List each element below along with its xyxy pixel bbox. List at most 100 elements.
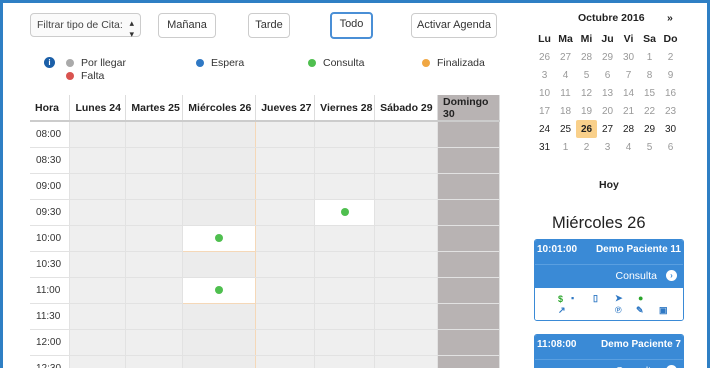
- calendar-day[interactable]: 20: [597, 102, 618, 120]
- time-slot[interactable]: [125, 173, 184, 200]
- calendar-day[interactable]: 3: [597, 138, 618, 156]
- time-slot[interactable]: [125, 199, 184, 226]
- appointment-marker[interactable]: [215, 234, 224, 242]
- time-slot[interactable]: [125, 121, 184, 148]
- time-slot[interactable]: [314, 121, 376, 148]
- calendar-day[interactable]: 31: [534, 138, 555, 156]
- dollar-icon[interactable]: $: [558, 294, 563, 304]
- time-slot[interactable]: [437, 121, 501, 148]
- time-slot[interactable]: [182, 121, 257, 148]
- appointment-marker[interactable]: [340, 208, 349, 216]
- patient-name[interactable]: Demo Paciente 11: [596, 244, 681, 255]
- time-slot[interactable]: [437, 251, 501, 278]
- column-header-domingo[interactable]: Domingo 30: [437, 95, 501, 122]
- status-green-dot-icon[interactable]: ●: [638, 293, 643, 303]
- column-header-sabado[interactable]: Sábado 29: [374, 95, 438, 122]
- time-slot[interactable]: [374, 251, 438, 278]
- calendar-day[interactable]: 2: [660, 48, 681, 66]
- time-slot[interactable]: [69, 355, 127, 368]
- calendar-day[interactable]: 15: [639, 84, 660, 102]
- appointment-type-filter[interactable]: Filtrar tipo de Cita: ▴ ▾: [30, 13, 141, 39]
- calendar-day[interactable]: 1: [639, 48, 660, 66]
- time-slot[interactable]: [314, 173, 376, 200]
- calendar-day[interactable]: 30: [660, 120, 681, 138]
- calendar-day[interactable]: 6: [660, 138, 681, 156]
- prescription-icon[interactable]: ℗: [615, 305, 622, 315]
- time-slot[interactable]: [374, 199, 438, 226]
- calendar-day[interactable]: 12: [576, 84, 597, 102]
- all-button[interactable]: Todo: [330, 12, 373, 39]
- time-slot[interactable]: [182, 276, 257, 304]
- time-slot[interactable]: [437, 199, 501, 226]
- column-header-jueves[interactable]: Jueves 27: [255, 95, 316, 122]
- calendar-day[interactable]: 21: [618, 102, 639, 120]
- calendar-day[interactable]: 9: [660, 66, 681, 84]
- calendar-day[interactable]: 17: [534, 102, 555, 120]
- calendar-day[interactable]: 1: [555, 138, 576, 156]
- time-slot[interactable]: [437, 329, 501, 356]
- calendar-day[interactable]: 26: [576, 120, 597, 138]
- time-slot[interactable]: [182, 147, 257, 174]
- book-icon[interactable]: ▪: [571, 293, 574, 303]
- send-icon[interactable]: ➤: [615, 293, 623, 303]
- time-slot[interactable]: [182, 251, 257, 278]
- time-slot[interactable]: [255, 355, 316, 368]
- calendar-day[interactable]: 29: [639, 120, 660, 138]
- time-slot[interactable]: [255, 277, 316, 304]
- activate-agenda-button[interactable]: Activar Agenda: [411, 13, 497, 38]
- time-slot[interactable]: [255, 173, 316, 200]
- time-slot[interactable]: [69, 277, 127, 304]
- time-slot[interactable]: [255, 147, 316, 174]
- calendar-day[interactable]: 2: [576, 138, 597, 156]
- calendar-day[interactable]: 16: [660, 84, 681, 102]
- time-slot[interactable]: [314, 329, 376, 356]
- calendar-day[interactable]: 3: [534, 66, 555, 84]
- calendar-day[interactable]: 29: [597, 48, 618, 66]
- appointment-type-row[interactable]: Consulta ›: [535, 264, 683, 288]
- time-slot[interactable]: [255, 251, 316, 278]
- calendar-day[interactable]: 13: [597, 84, 618, 102]
- time-slot[interactable]: [69, 199, 127, 226]
- column-header-lunes[interactable]: Lunes 24: [69, 95, 127, 122]
- time-slot[interactable]: [125, 303, 184, 330]
- time-slot[interactable]: [69, 225, 127, 252]
- time-slot[interactable]: [69, 173, 127, 200]
- time-slot[interactable]: [437, 355, 501, 368]
- time-slot[interactable]: [374, 329, 438, 356]
- time-slot[interactable]: [314, 303, 376, 330]
- time-slot[interactable]: [437, 277, 501, 304]
- time-slot[interactable]: [125, 225, 184, 252]
- calendar-day[interactable]: 25: [555, 120, 576, 138]
- time-slot[interactable]: [374, 173, 438, 200]
- time-slot[interactable]: [182, 173, 257, 200]
- time-slot[interactable]: [125, 329, 184, 356]
- time-slot[interactable]: [255, 121, 316, 148]
- time-slot[interactable]: [374, 147, 438, 174]
- calendar-day[interactable]: 28: [618, 120, 639, 138]
- time-slot[interactable]: [374, 303, 438, 330]
- time-slot[interactable]: [255, 199, 316, 226]
- time-slot[interactable]: [69, 121, 127, 148]
- calendar-day[interactable]: 7: [618, 66, 639, 84]
- time-slot[interactable]: [255, 303, 316, 330]
- calendar-day[interactable]: 30: [618, 48, 639, 66]
- time-slot[interactable]: [182, 355, 257, 368]
- time-slot[interactable]: [69, 329, 127, 356]
- calendar-day[interactable]: 27: [597, 120, 618, 138]
- morning-button[interactable]: Mañana: [158, 13, 216, 38]
- calendar-day[interactable]: 28: [576, 48, 597, 66]
- time-slot[interactable]: [182, 329, 257, 356]
- time-slot[interactable]: [125, 147, 184, 174]
- clipboard-icon[interactable]: ▣: [659, 305, 668, 315]
- edit-icon[interactable]: ✎: [636, 305, 644, 315]
- arrow-right-circle-icon[interactable]: ›: [666, 270, 677, 281]
- calendar-day[interactable]: 22: [639, 102, 660, 120]
- time-slot[interactable]: [125, 277, 184, 304]
- calendar-day[interactable]: 8: [639, 66, 660, 84]
- calendar-day[interactable]: 19: [576, 102, 597, 120]
- time-slot[interactable]: [69, 147, 127, 174]
- time-slot[interactable]: [69, 251, 127, 278]
- time-slot[interactable]: [314, 147, 376, 174]
- time-slot[interactable]: [374, 121, 438, 148]
- time-slot[interactable]: [125, 355, 184, 368]
